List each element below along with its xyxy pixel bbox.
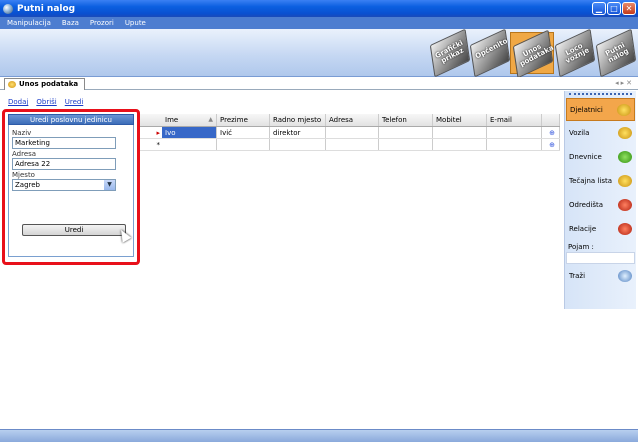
side-item-odredista[interactable]: Odredišta bbox=[566, 194, 635, 217]
col-radno-mjesto[interactable]: Radno mjesto bbox=[270, 114, 326, 126]
route-icon bbox=[618, 223, 632, 235]
grid-header: Ime ▲ Prezime Radno mjesto Adresa Telefon… bbox=[137, 114, 560, 127]
sort-asc-icon: ▲ bbox=[208, 116, 213, 123]
people-icon bbox=[617, 104, 631, 116]
edit-panel-body: Naziv Marketing Adresa Adresa 22 Mjesto … bbox=[8, 125, 134, 257]
chevron-down-icon[interactable]: ▼ bbox=[104, 180, 115, 190]
exchange-icon bbox=[618, 175, 632, 187]
title-bar: Putni nalog ▁ □ ✕ bbox=[0, 0, 638, 17]
cell-telefon[interactable] bbox=[379, 139, 433, 150]
col-ime[interactable]: Ime ▲ bbox=[162, 114, 217, 126]
cell-prezime[interactable]: Ivić bbox=[217, 127, 270, 138]
uredi-link[interactable]: Uredi bbox=[65, 98, 84, 106]
cell-adresa[interactable] bbox=[326, 127, 379, 138]
pojam-label: Pojam : bbox=[568, 243, 594, 251]
tab-icon bbox=[8, 81, 16, 88]
adresa-input[interactable]: Adresa 22 bbox=[12, 158, 116, 170]
cell-radno-mjesto[interactable]: direktor bbox=[270, 127, 326, 138]
close-button[interactable]: ✕ bbox=[622, 2, 636, 15]
cell-mobitel[interactable] bbox=[433, 127, 487, 138]
tool-putni-nalog[interactable]: Putni nalog bbox=[594, 28, 638, 78]
tool-loco-voznje[interactable]: Loco vožnje bbox=[553, 28, 597, 78]
menu-bar: Manipulacija Baza Prozori Upute bbox=[0, 17, 638, 29]
menu-baza[interactable]: Baza bbox=[62, 19, 79, 27]
toolbar: Grafički prikaz Općenito Unos podataka L… bbox=[0, 28, 638, 79]
pojam-input[interactable] bbox=[566, 252, 635, 264]
side-item-tecajna-lista[interactable]: Tečajna lista bbox=[566, 170, 635, 193]
globe-icon[interactable]: ⊕ bbox=[542, 139, 560, 150]
col-adresa[interactable]: Adresa bbox=[326, 114, 379, 126]
cell-radno-mjesto[interactable] bbox=[270, 139, 326, 150]
workspace: Unos podataka ◂▸✕ Dodaj Obriši Uredi Ime… bbox=[0, 77, 638, 429]
app-icon bbox=[3, 3, 13, 14]
minimize-button[interactable]: ▁ bbox=[592, 2, 606, 15]
car-icon bbox=[618, 127, 632, 139]
tool-unos-podataka[interactable]: Unos podataka bbox=[510, 29, 555, 79]
cell-adresa[interactable] bbox=[326, 139, 379, 150]
window-title: Putni nalog bbox=[17, 3, 76, 14]
employees-grid: Ime ▲ Prezime Radno mjesto Adresa Telefon… bbox=[137, 114, 560, 151]
status-bar bbox=[0, 429, 638, 442]
side-item-vozila[interactable]: Vozila bbox=[566, 122, 635, 145]
mjesto-select[interactable]: Zagreb ▼ bbox=[12, 179, 116, 191]
destination-icon bbox=[618, 199, 632, 211]
side-item-relacije[interactable]: Relacije bbox=[566, 218, 635, 241]
menu-manipulacija[interactable]: Manipulacija bbox=[7, 19, 51, 27]
col-telefon[interactable]: Telefon bbox=[379, 114, 433, 126]
cell-email[interactable] bbox=[487, 139, 542, 150]
mjesto-label: Mjesto bbox=[12, 171, 35, 179]
adresa-label: Adresa bbox=[12, 150, 37, 158]
maximize-button[interactable]: □ bbox=[607, 2, 621, 15]
search-icon bbox=[618, 270, 632, 282]
window-controls: ▁ □ ✕ bbox=[592, 2, 636, 15]
mouse-cursor-icon bbox=[116, 227, 132, 243]
table-row[interactable]: ▸ Ivo Ivić direktor ⊕ bbox=[137, 127, 560, 139]
cell-email[interactable] bbox=[487, 127, 542, 138]
cell-ime[interactable] bbox=[162, 139, 217, 150]
action-links: Dodaj Obriši Uredi bbox=[8, 98, 83, 106]
edit-panel-title: Uredi poslovnu jedinicu bbox=[8, 114, 134, 125]
tab-unos-podataka[interactable]: Unos podataka bbox=[4, 78, 86, 90]
money-icon bbox=[618, 151, 632, 163]
table-row-new[interactable]: * ⊕ bbox=[137, 139, 560, 151]
col-email[interactable]: E-mail bbox=[487, 114, 542, 126]
tool-graficki-prikaz[interactable]: Grafički prikaz bbox=[428, 28, 472, 78]
side-item-djelatnici[interactable]: Djelatnici bbox=[566, 98, 635, 121]
cell-telefon[interactable] bbox=[379, 127, 433, 138]
cell-ime[interactable]: Ivo bbox=[162, 127, 217, 138]
naziv-label: Naziv bbox=[12, 129, 32, 137]
col-prezime[interactable]: Prezime bbox=[217, 114, 270, 126]
trazi-button[interactable]: Traži bbox=[566, 265, 635, 288]
menu-upute[interactable]: Upute bbox=[125, 19, 146, 27]
side-item-dnevnice[interactable]: Dnevnice bbox=[566, 146, 635, 169]
dodaj-link[interactable]: Dodaj bbox=[8, 98, 28, 106]
tab-bar: Unos podataka ◂▸✕ bbox=[0, 77, 638, 90]
col-mobitel[interactable]: Mobitel bbox=[433, 114, 487, 126]
obrisi-link[interactable]: Obriši bbox=[36, 98, 56, 106]
row-indicator: * bbox=[156, 141, 161, 149]
edit-business-unit-panel: Uredi poslovnu jedinicu Naziv Marketing … bbox=[2, 109, 140, 265]
cell-mobitel[interactable] bbox=[433, 139, 487, 150]
side-panel: Djelatnici Vozila Dnevnice Tečajna lista… bbox=[564, 91, 636, 309]
tab-controls[interactable]: ◂▸✕ bbox=[615, 79, 634, 87]
uredi-button[interactable]: Uredi bbox=[22, 224, 126, 236]
globe-icon[interactable]: ⊕ bbox=[542, 127, 560, 138]
menu-prozori[interactable]: Prozori bbox=[90, 19, 114, 27]
naziv-input[interactable]: Marketing bbox=[12, 137, 116, 149]
row-indicator: ▸ bbox=[156, 129, 160, 137]
cell-prezime[interactable] bbox=[217, 139, 270, 150]
tool-opcenito[interactable]: Općenito bbox=[468, 28, 512, 78]
side-panel-grip bbox=[569, 93, 632, 97]
